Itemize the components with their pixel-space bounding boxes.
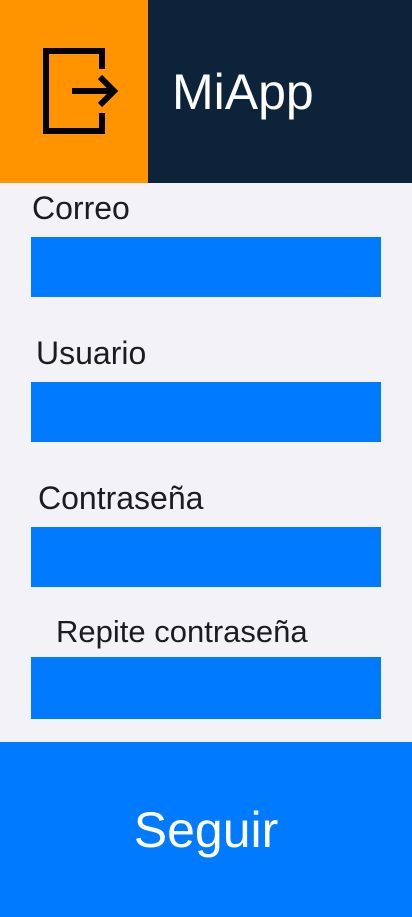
repeat-password-label: Repite contraseña: [56, 614, 308, 649]
app-header: MiApp: [0, 0, 412, 183]
app-title: MiApp: [172, 64, 314, 120]
email-label: Correo: [32, 190, 130, 226]
username-field[interactable]: [31, 382, 381, 442]
continue-button[interactable]: Seguir: [0, 742, 412, 917]
password-label: Contraseña: [38, 480, 204, 516]
app-logo: [0, 0, 148, 183]
password-field[interactable]: [31, 527, 381, 587]
username-label: Usuario: [36, 335, 147, 371]
email-field[interactable]: [31, 237, 381, 297]
sign-out-arrow-icon: [43, 48, 119, 134]
repeat-password-field[interactable]: [31, 657, 381, 719]
